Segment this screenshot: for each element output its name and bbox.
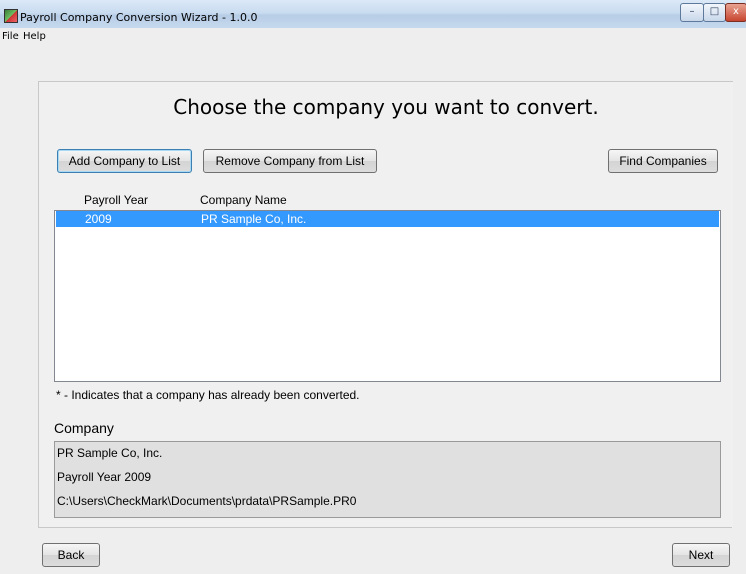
payroll-app-icon xyxy=(4,9,18,23)
row-company-name: PR Sample Co, Inc. xyxy=(201,212,307,226)
wizard-window: Payroll Company Conversion Wizard - 1.0.… xyxy=(0,0,746,574)
window-title: Payroll Company Conversion Wizard - 1.0.… xyxy=(20,11,258,24)
list-item[interactable]: 2009 PR Sample Co, Inc. xyxy=(56,211,719,227)
menu-file[interactable]: File xyxy=(2,31,19,42)
title-bar[interactable]: Payroll Company Conversion Wizard - 1.0.… xyxy=(0,0,746,29)
company-detail-path: C:\Users\CheckMark\Documents\prdata\PRSa… xyxy=(57,494,357,508)
menu-help[interactable]: Help xyxy=(23,31,46,42)
company-detail-year: Payroll Year 2009 xyxy=(57,470,152,484)
company-list[interactable]: 2009 PR Sample Co, Inc. xyxy=(54,210,721,382)
menu-bar: File Help xyxy=(0,28,746,45)
footer-divider xyxy=(38,527,732,528)
close-button[interactable]: x xyxy=(725,3,746,22)
remove-company-button[interactable]: Remove Company from List xyxy=(203,149,377,173)
find-companies-button[interactable]: Find Companies xyxy=(608,149,718,173)
company-detail-name: PR Sample Co, Inc. xyxy=(57,446,163,460)
next-button[interactable]: Next xyxy=(672,543,730,567)
column-header-payroll-year[interactable]: Payroll Year xyxy=(84,193,148,207)
row-payroll-year: 2009 xyxy=(85,212,112,226)
add-company-button[interactable]: Add Company to List xyxy=(57,149,192,173)
page-heading: Choose the company you want to convert. xyxy=(173,95,599,119)
column-header-company-name[interactable]: Company Name xyxy=(200,193,287,207)
company-details-box: PR Sample Co, Inc. Payroll Year 2009 C:\… xyxy=(54,441,721,518)
company-section-label: Company xyxy=(54,420,114,436)
converted-note: * - Indicates that a company has already… xyxy=(56,388,360,402)
maximize-button[interactable]: □ xyxy=(703,3,726,22)
wizard-content-panel: Choose the company you want to convert. … xyxy=(38,81,733,528)
minimize-button[interactable]: – xyxy=(680,3,704,22)
back-button[interactable]: Back xyxy=(42,543,100,567)
